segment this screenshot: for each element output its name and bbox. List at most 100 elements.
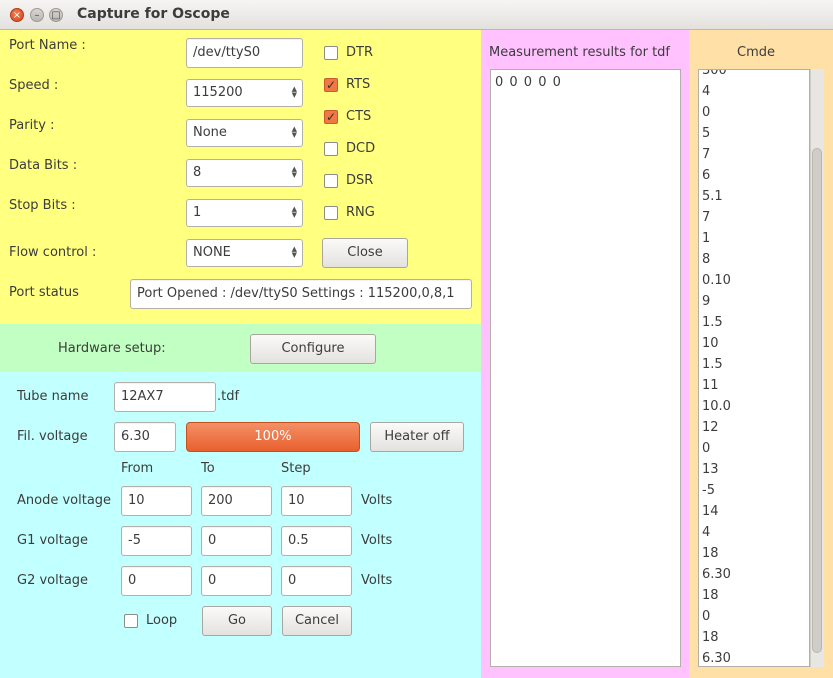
check-icon: ✓ — [325, 110, 337, 124]
list-item[interactable]: 0.10 — [699, 270, 809, 291]
stop-bits-select[interactable]: 1 ▲ ▼ — [186, 199, 303, 227]
g1-step-input[interactable]: 0.5 — [281, 526, 352, 556]
flow-control-select[interactable]: NONE ▲ ▼ — [186, 239, 303, 267]
heater-off-button[interactable]: Heater off — [370, 422, 464, 452]
parity-value: None — [193, 125, 227, 140]
window-minimize-button[interactable]: – — [30, 8, 44, 22]
dcd-label: DCD — [346, 141, 376, 156]
maximize-icon: □ — [51, 10, 61, 21]
results-content: 0 0 0 0 0 — [495, 75, 562, 90]
speed-value: 115200 — [193, 85, 243, 100]
dsr-checkbox[interactable] — [324, 174, 338, 188]
stop-bits-label: Stop Bits : — [9, 198, 76, 213]
port-name-input[interactable]: /dev/ttyS0 — [186, 38, 303, 68]
g1-to-input[interactable]: 0 — [201, 526, 272, 556]
spin-arrows-icon: ▲ ▼ — [291, 245, 297, 259]
spin-arrows-icon: ▲ ▼ — [291, 205, 297, 219]
cancel-button[interactable]: Cancel — [282, 606, 352, 636]
data-bits-select[interactable]: 8 ▲ ▼ — [186, 159, 303, 187]
g1-voltage-label: G1 voltage — [17, 533, 89, 548]
window-close-button[interactable]: × — [10, 8, 24, 22]
cmde-header: Cmde — [737, 45, 775, 60]
list-item[interactable]: -5 — [699, 480, 809, 501]
list-item[interactable]: 18 — [699, 627, 809, 648]
results-text-area[interactable]: 0 0 0 0 0 — [490, 69, 681, 667]
list-item[interactable]: 4 — [699, 522, 809, 543]
list-item[interactable]: 300 — [699, 70, 809, 81]
tube-extension: .tdf — [217, 389, 240, 404]
anode-step-input[interactable]: 10 — [281, 486, 352, 516]
anode-to-input[interactable]: 200 — [201, 486, 272, 516]
col-to-label: To — [201, 461, 215, 476]
dcd-checkbox[interactable] — [324, 142, 338, 156]
list-item[interactable]: 4 — [699, 81, 809, 102]
list-item[interactable]: 18 — [699, 585, 809, 606]
g2-from-input[interactable]: 0 — [121, 566, 192, 596]
data-bits-label: Data Bits : — [9, 158, 78, 173]
spin-arrows-icon: ▲ ▼ — [291, 165, 297, 179]
g2-voltage-label: G2 voltage — [17, 573, 89, 588]
list-item[interactable]: 5.1 — [699, 186, 809, 207]
list-item[interactable]: 1.5 — [699, 354, 809, 375]
list-item[interactable]: 0 — [699, 102, 809, 123]
col-from-label: From — [121, 461, 154, 476]
list-item[interactable]: 18 — [699, 543, 809, 564]
list-item[interactable]: 11 — [699, 375, 809, 396]
list-item[interactable]: 1.5 — [699, 312, 809, 333]
loop-checkbox[interactable] — [124, 614, 138, 628]
cmde-list[interactable]: 300 4 0 5 7 6 5.1 7 1 8 0.10 9 1.5 10 1.5 11 10.0 12 0 13 -5… — [698, 69, 810, 667]
list-item[interactable]: 0 — [699, 438, 809, 459]
g2-volts-unit: Volts — [361, 573, 393, 588]
fil-voltage-label: Fil. voltage — [17, 429, 88, 444]
dtr-checkbox[interactable] — [324, 46, 338, 60]
list-item[interactable]: 6.30 — [699, 564, 809, 585]
tube-name-input[interactable]: 12AX7 — [114, 382, 216, 412]
parity-select[interactable]: None ▲ ▼ — [186, 119, 303, 147]
list-item[interactable]: 7 — [699, 207, 809, 228]
anode-from-input[interactable]: 10 — [121, 486, 192, 516]
list-item[interactable]: 1 — [699, 228, 809, 249]
window-maximize-button[interactable]: □ — [49, 8, 63, 22]
list-item[interactable]: 7 — [699, 144, 809, 165]
cts-checkbox[interactable]: ✓ — [324, 110, 338, 124]
list-item[interactable]: 6.30 — [699, 648, 809, 666]
parity-label: Parity : — [9, 118, 55, 133]
list-item[interactable]: 5 — [699, 123, 809, 144]
close-icon: × — [12, 10, 22, 21]
flow-control-label: Flow control : — [9, 245, 97, 260]
loop-label: Loop — [146, 613, 178, 628]
close-port-button[interactable]: Close — [322, 238, 408, 268]
flow-control-value: NONE — [193, 245, 231, 260]
speed-label: Speed : — [9, 78, 59, 93]
col-step-label: Step — [281, 461, 311, 476]
list-item[interactable]: 0 — [699, 606, 809, 627]
cmde-scrollbar-thumb[interactable] — [812, 148, 822, 653]
cts-label: CTS — [346, 109, 372, 124]
fil-voltage-input[interactable]: 6.30 — [114, 422, 176, 452]
port-name-label: Port Name : — [9, 38, 86, 53]
title-bar: × – □ Capture for Oscope — [0, 0, 833, 30]
list-item[interactable]: 6 — [699, 165, 809, 186]
g2-step-input[interactable]: 0 — [281, 566, 352, 596]
dtr-label: DTR — [346, 45, 373, 60]
list-item[interactable]: 12 — [699, 417, 809, 438]
rng-checkbox[interactable] — [324, 206, 338, 220]
go-button[interactable]: Go — [202, 606, 272, 636]
spin-arrows-icon: ▲ ▼ — [291, 125, 297, 139]
heater-progress-bar: 100% — [186, 422, 360, 452]
list-item[interactable]: 14 — [699, 501, 809, 522]
rts-checkbox[interactable]: ✓ — [324, 78, 338, 92]
g1-from-input[interactable]: -5 — [121, 526, 192, 556]
list-item[interactable]: 8 — [699, 249, 809, 270]
port-status-field: Port Opened : /dev/ttyS0 Settings : 1152… — [130, 279, 472, 309]
list-item[interactable]: 10.0 — [699, 396, 809, 417]
speed-select[interactable]: 115200 ▲ ▼ — [186, 79, 303, 107]
port-status-label: Port status — [9, 285, 79, 300]
list-item[interactable]: 9 — [699, 291, 809, 312]
list-item[interactable]: 13 — [699, 459, 809, 480]
list-item[interactable]: 10 — [699, 333, 809, 354]
configure-button[interactable]: Configure — [250, 334, 376, 364]
minimize-icon: – — [34, 10, 40, 21]
cmde-items: 300 4 0 5 7 6 5.1 7 1 8 0.10 9 1.5 10 1.5 11 10.0 12 0 13 -5… — [699, 70, 809, 666]
g2-to-input[interactable]: 0 — [201, 566, 272, 596]
